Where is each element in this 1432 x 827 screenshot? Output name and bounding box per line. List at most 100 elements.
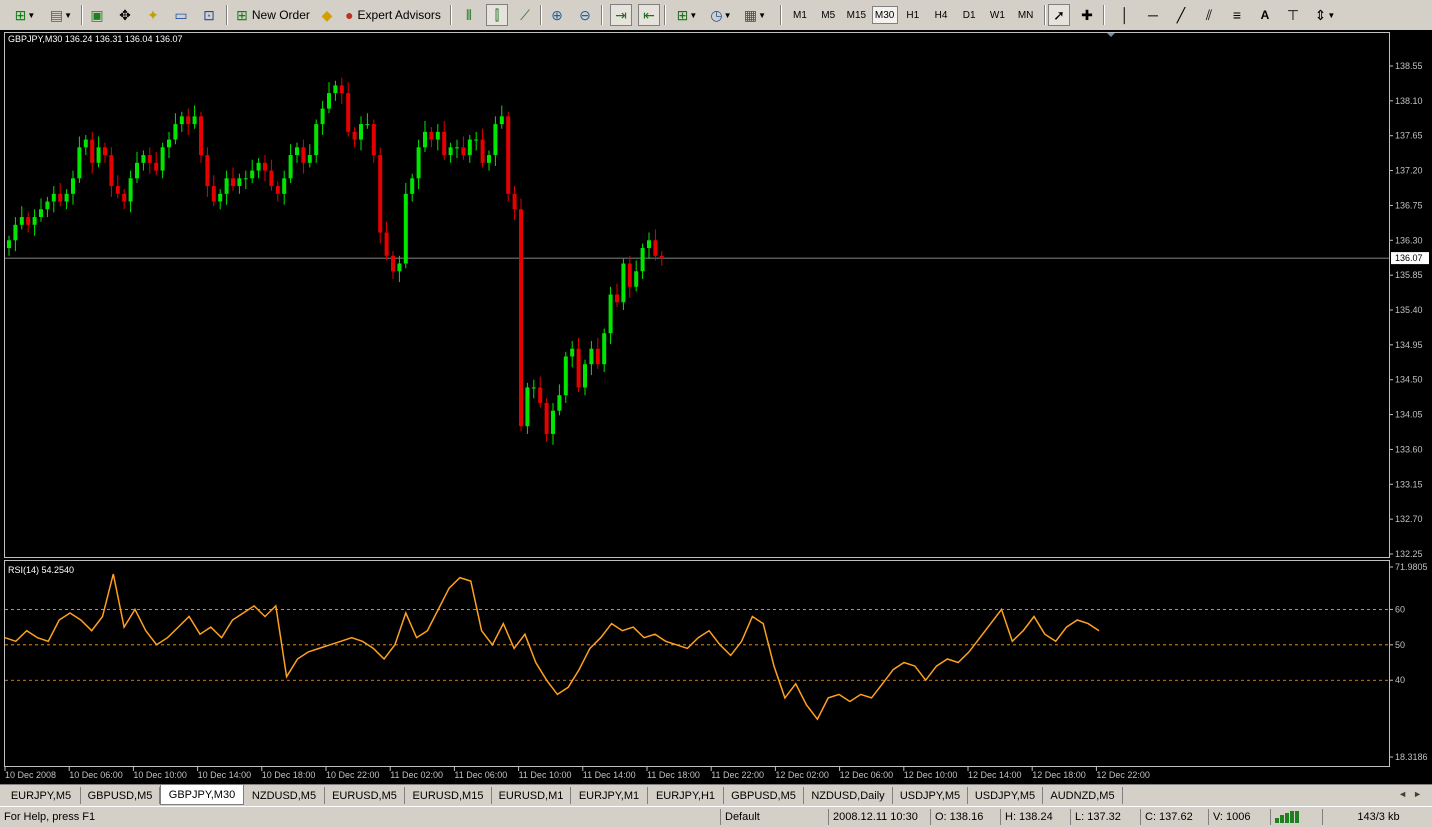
text-icon[interactable]: A bbox=[1254, 4, 1276, 26]
timeframe-m15-button[interactable]: M15 bbox=[843, 6, 869, 24]
candle bbox=[608, 286, 613, 345]
chart-tab[interactable]: EURJPY,M5 bbox=[2, 787, 81, 804]
status-volume: V: 1006 bbox=[1208, 809, 1268, 825]
metaeditor-icon[interactable]: ◆ bbox=[316, 4, 338, 26]
rsi-line bbox=[4, 573, 1100, 721]
market-watch-icon[interactable]: ▣ bbox=[86, 4, 108, 26]
equidistant-channel-icon[interactable]: ⫽ bbox=[1198, 4, 1220, 26]
chart-tab[interactable]: AUDNZD,M5 bbox=[1043, 787, 1123, 804]
timeframe-m5-button[interactable]: M5 bbox=[815, 6, 841, 24]
navigator-icon[interactable]: ✥ bbox=[114, 4, 136, 26]
cursor-icon[interactable]: ➚ bbox=[1048, 4, 1070, 26]
chart-tab[interactable]: USDJPY,M5 bbox=[968, 787, 1043, 804]
bar-chart-icon[interactable]: ⫴ bbox=[458, 4, 480, 26]
candle bbox=[365, 113, 370, 129]
candle bbox=[167, 131, 171, 159]
chart-tab[interactable]: EURJPY,M1 bbox=[571, 787, 648, 804]
price-axis-label: 138.55 bbox=[1395, 61, 1423, 71]
time-axis-label: 11 Dec 14:00 bbox=[583, 770, 636, 780]
chart-header: GBPJPY,M30 136.24 136.31 136.04 136.07 bbox=[8, 34, 182, 44]
price-axis-label: 133.15 bbox=[1395, 479, 1423, 489]
candle bbox=[90, 131, 95, 174]
chart-window[interactable]: 138.55 138.10 137.65 137.20 136.75 136.30 135.… bbox=[0, 30, 1432, 784]
new-order-button[interactable]: ⊞ New Order bbox=[233, 4, 313, 26]
candle bbox=[557, 384, 562, 416]
timeframe-m30-button[interactable]: M30 bbox=[871, 6, 898, 24]
zoom-out-icon[interactable]: ⊖ bbox=[574, 4, 596, 26]
vertical-line-icon[interactable]: │ bbox=[1114, 4, 1136, 26]
rsi-axis-label: 50 bbox=[1395, 640, 1405, 650]
timeframe-m1-button[interactable]: M1 bbox=[787, 6, 813, 24]
terminal-icon[interactable]: ▭ bbox=[170, 4, 192, 26]
chart-tab[interactable]: GBPUSD,M5 bbox=[724, 787, 804, 804]
tab-scroll-arrows-icon[interactable]: ◄► bbox=[1398, 789, 1428, 799]
status-bar: For Help, press F1 Default 2008.12.11 10… bbox=[0, 806, 1432, 827]
price-axis-label: 134.05 bbox=[1395, 410, 1423, 420]
profiles-button[interactable]: ▤ ▼ bbox=[46, 4, 76, 26]
chart-tab[interactable]: USDJPY,M5 bbox=[893, 787, 968, 804]
time-axis-label: 10 Dec 2008 bbox=[5, 770, 56, 780]
fibonacci-icon[interactable]: ≡ bbox=[1226, 4, 1248, 26]
trendline-icon[interactable]: ╱ bbox=[1170, 4, 1192, 26]
rsi-axis-label: 71.9805 bbox=[1395, 562, 1428, 572]
chart-tab[interactable]: EURUSD,M1 bbox=[492, 787, 571, 804]
folder-icon[interactable]: ✦ bbox=[142, 4, 164, 26]
crosshair-icon[interactable]: ✚ bbox=[1076, 4, 1098, 26]
status-open: O: 138.16 bbox=[930, 809, 998, 825]
auto-scroll-icon[interactable]: ⇥ bbox=[610, 4, 632, 26]
chart-tabs-bar: EURJPY,M5 GBPUSD,M5 GBPJPY,M30 NZDUSD,M5 EUR… bbox=[0, 784, 1432, 807]
timeframe-w1-button[interactable]: W1 bbox=[984, 6, 1010, 24]
zoom-in-icon[interactable]: ⊕ bbox=[546, 4, 568, 26]
candle bbox=[154, 151, 159, 176]
chart-tab[interactable]: NZDUSD,Daily bbox=[804, 787, 893, 804]
candle bbox=[493, 116, 498, 166]
timeframe-h1-button[interactable]: H1 bbox=[900, 6, 926, 24]
chart-tab[interactable]: EURUSD,M5 bbox=[325, 787, 405, 804]
status-close: C: 137.62 bbox=[1140, 809, 1206, 825]
candle bbox=[26, 212, 31, 233]
time-axis-label: 11 Dec 18:00 bbox=[647, 770, 700, 780]
price-axis-label: 136.75 bbox=[1395, 200, 1423, 210]
periods-button[interactable]: ◷ ▼ bbox=[706, 4, 736, 26]
candlestick-chart-icon[interactable]: ⫿ bbox=[486, 4, 508, 26]
chart-tab[interactable]: EURJPY,H1 bbox=[648, 787, 724, 804]
timeframe-h4-button[interactable]: H4 bbox=[928, 6, 954, 24]
line-chart-icon[interactable]: ⟋ bbox=[514, 4, 536, 26]
expert-advisors-icon: ● bbox=[345, 7, 354, 23]
arrows-button[interactable]: ⇕ ▼ bbox=[1310, 4, 1340, 26]
text-label-icon[interactable]: ⊤ bbox=[1282, 4, 1304, 26]
candle bbox=[243, 170, 248, 190]
price-axis-label: 133.60 bbox=[1395, 444, 1423, 454]
expert-advisors-button[interactable]: ● Expert Advisors bbox=[343, 4, 443, 26]
candle bbox=[416, 139, 421, 190]
status-help: For Help, press F1 bbox=[4, 811, 96, 823]
indicators-button[interactable]: ⊞ ▼ bbox=[672, 4, 702, 26]
new-order-label: New Order bbox=[251, 8, 310, 22]
price-axis-label: 134.50 bbox=[1395, 375, 1423, 385]
candle bbox=[525, 382, 530, 434]
chart-shift-icon[interactable]: ⇤ bbox=[638, 4, 660, 26]
candle bbox=[19, 206, 24, 230]
toolbar: ⊞ ▼ ▤ ▼ ▣ ✥ ✦ ▭ ⊡ ⊞ New Order ◆ ● Expert A… bbox=[0, 0, 1432, 31]
templates-button[interactable]: ▦ ▼ bbox=[740, 4, 770, 26]
candle bbox=[327, 82, 331, 114]
chart-tab[interactable]: GBPJPY,M30 bbox=[160, 785, 244, 805]
timeframe-mn-button[interactable]: MN bbox=[1013, 6, 1039, 24]
time-axis-label: 10 Dec 06:00 bbox=[69, 770, 123, 780]
candle bbox=[51, 186, 56, 213]
candle bbox=[39, 198, 43, 222]
candle bbox=[583, 359, 587, 396]
chart-tab[interactable]: EURUSD,M15 bbox=[405, 787, 492, 804]
horizontal-line-icon[interactable]: ─ bbox=[1142, 4, 1164, 26]
candle bbox=[179, 111, 184, 132]
chart-canvas[interactable]: 138.55 138.10 137.65 137.20 136.75 136.30 135.… bbox=[0, 30, 1432, 784]
strategy-tester-icon[interactable]: ⊡ bbox=[198, 4, 220, 26]
new-order-icon: ⊞ bbox=[236, 7, 248, 23]
timeframe-d1-button[interactable]: D1 bbox=[956, 6, 982, 24]
new-chart-button[interactable]: ⊞ ▼ bbox=[8, 4, 42, 26]
chart-tab[interactable]: NZDUSD,M5 bbox=[244, 787, 325, 804]
time-axis-label: 10 Dec 14:00 bbox=[198, 770, 252, 780]
chart-tab[interactable]: GBPUSD,M5 bbox=[81, 787, 160, 804]
toolbar-separator bbox=[1044, 5, 1046, 25]
candle bbox=[499, 105, 504, 129]
